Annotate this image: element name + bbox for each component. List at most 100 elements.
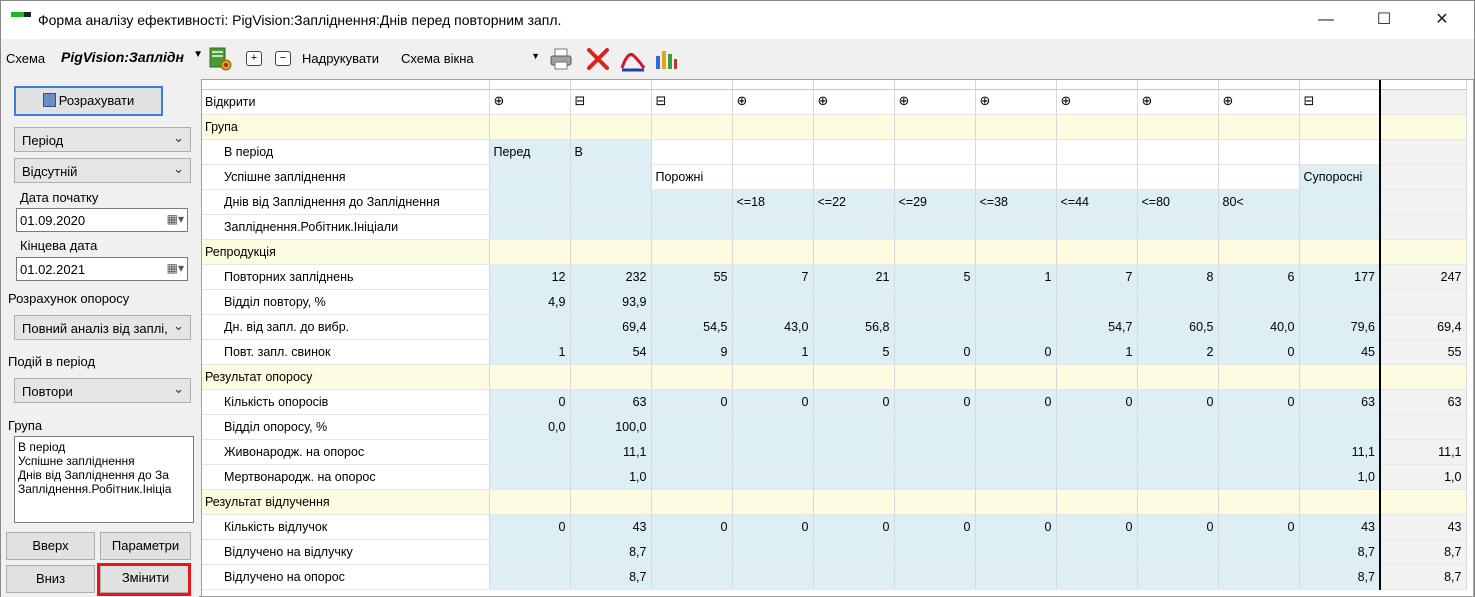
metric-value-cell[interactable]: 0 <box>894 514 976 540</box>
header-cell[interactable]: <=22 <box>813 189 895 215</box>
metric-value-cell[interactable]: 55 <box>651 264 733 290</box>
metric-value-cell[interactable] <box>1137 414 1219 440</box>
metric-value-cell[interactable]: 1,0 <box>570 464 652 490</box>
parameters-button[interactable]: Параметри <box>100 532 191 560</box>
minimize-button[interactable]: — <box>1297 1 1355 39</box>
metric-value-cell[interactable]: 1,0 <box>1299 464 1381 490</box>
group-list-item[interactable]: Запліднення.Робітник.Ініціа <box>18 482 190 496</box>
start-date-field[interactable]: 01.09.2020 ▦▾ <box>16 208 188 232</box>
expand-toggle-icon[interactable]: ⊕ <box>980 94 991 109</box>
metric-value-cell[interactable] <box>975 464 1057 490</box>
header-cell[interactable] <box>894 164 976 190</box>
metric-value-cell[interactable]: 69,4 <box>570 314 652 340</box>
metric-value-cell[interactable]: 45 <box>1299 339 1381 365</box>
metric-value-cell[interactable] <box>894 289 976 315</box>
header-cell[interactable] <box>1056 164 1138 190</box>
metric-value-cell[interactable] <box>1056 464 1138 490</box>
metric-value-cell[interactable] <box>975 539 1057 565</box>
move-down-button[interactable]: Вниз <box>6 565 95 593</box>
report-settings-icon[interactable] <box>207 46 233 72</box>
metric-value-cell[interactable] <box>489 439 571 465</box>
metric-value-cell[interactable] <box>1218 464 1300 490</box>
metric-value-cell[interactable] <box>732 539 814 565</box>
collapse-all-button[interactable]: − <box>275 51 291 66</box>
header-cell[interactable] <box>570 164 652 190</box>
metric-value-cell[interactable]: 0,0 <box>489 414 571 440</box>
metric-value-cell[interactable] <box>813 289 895 315</box>
metric-value-cell[interactable]: 0 <box>651 514 733 540</box>
metric-value-cell[interactable] <box>1137 564 1219 590</box>
header-cell[interactable] <box>651 139 733 165</box>
metric-value-cell[interactable]: 0 <box>1056 514 1138 540</box>
metric-value-cell[interactable] <box>1056 539 1138 565</box>
metric-value-cell[interactable] <box>489 314 571 340</box>
metric-value-cell[interactable]: 0 <box>651 389 733 415</box>
metric-value-cell[interactable]: 0 <box>732 389 814 415</box>
metric-value-cell[interactable]: 0 <box>975 339 1057 365</box>
metric-value-cell[interactable]: 7 <box>1056 264 1138 290</box>
move-up-button[interactable]: Вверх <box>6 532 95 560</box>
expand-all-button[interactable]: + <box>246 51 262 66</box>
metric-value-cell[interactable]: 0 <box>975 389 1057 415</box>
expand-toggle-icon[interactable]: ⊕ <box>899 94 910 109</box>
header-cell[interactable] <box>975 139 1057 165</box>
metric-value-cell[interactable]: 0 <box>732 514 814 540</box>
metric-value-cell[interactable]: 2 <box>1137 339 1219 365</box>
metric-value-cell[interactable] <box>813 464 895 490</box>
metric-value-cell[interactable]: 8,7 <box>570 564 652 590</box>
expand-toggle-icon[interactable]: ⊕ <box>494 94 505 109</box>
group-list-item[interactable]: Днів від Запліднення до За <box>18 468 190 482</box>
metric-value-cell[interactable] <box>489 564 571 590</box>
expand-toggle-icon[interactable]: ⊟ <box>1304 94 1315 109</box>
metric-value-cell[interactable] <box>975 314 1057 340</box>
scheme-dropdown[interactable]: PigVision:Заплідн ▼ <box>61 49 203 69</box>
group-list[interactable]: В період Успішне запліднення Днів від За… <box>14 436 194 523</box>
bar-chart-icon[interactable] <box>653 46 679 72</box>
metric-value-cell[interactable] <box>651 564 733 590</box>
metric-value-cell[interactable] <box>975 439 1057 465</box>
expand-toggle-icon[interactable]: ⊟ <box>575 94 586 109</box>
metric-value-cell[interactable] <box>1056 564 1138 590</box>
end-date-field[interactable]: 01.02.2021 ▦▾ <box>16 257 188 281</box>
group-list-item[interactable]: Успішне запліднення <box>18 454 190 468</box>
metric-value-cell[interactable] <box>975 564 1057 590</box>
absent-dropdown[interactable]: Відсутній ⌄ <box>14 158 191 183</box>
metric-value-cell[interactable] <box>975 289 1057 315</box>
header-cell[interactable] <box>732 164 814 190</box>
header-cell[interactable] <box>1056 139 1138 165</box>
metric-value-cell[interactable] <box>732 289 814 315</box>
metric-value-cell[interactable]: 0 <box>1137 389 1219 415</box>
expand-toggle-icon[interactable]: ⊕ <box>818 94 829 109</box>
header-cell[interactable] <box>894 139 976 165</box>
metric-value-cell[interactable] <box>489 464 571 490</box>
metric-value-cell[interactable]: 43,0 <box>732 314 814 340</box>
header-cell[interactable]: <=18 <box>732 189 814 215</box>
header-cell[interactable]: <=38 <box>975 189 1057 215</box>
metric-value-cell[interactable] <box>894 464 976 490</box>
header-cell[interactable]: <=44 <box>1056 189 1138 215</box>
header-cell[interactable] <box>813 164 895 190</box>
farrowing-calc-dropdown[interactable]: Повний аналіз від заплі, ⌄ <box>14 315 191 340</box>
metric-value-cell[interactable] <box>651 289 733 315</box>
metric-value-cell[interactable]: 0 <box>489 514 571 540</box>
metric-value-cell[interactable]: 43 <box>1299 514 1381 540</box>
metric-value-cell[interactable] <box>1056 414 1138 440</box>
metric-value-cell[interactable]: 0 <box>1137 514 1219 540</box>
metric-value-cell[interactable] <box>1299 414 1381 440</box>
metric-value-cell[interactable]: 40,0 <box>1218 314 1300 340</box>
metric-value-cell[interactable]: 8 <box>1137 264 1219 290</box>
metric-value-cell[interactable]: 232 <box>570 264 652 290</box>
metric-value-cell[interactable] <box>651 464 733 490</box>
metric-value-cell[interactable] <box>489 539 571 565</box>
metric-value-cell[interactable] <box>732 414 814 440</box>
open-label[interactable]: Відкрити <box>202 89 490 115</box>
metric-value-cell[interactable]: 7 <box>732 264 814 290</box>
metric-value-cell[interactable] <box>732 464 814 490</box>
metric-value-cell[interactable] <box>1218 539 1300 565</box>
header-cell[interactable] <box>975 164 1057 190</box>
header-cell[interactable]: Порожні <box>651 164 733 190</box>
metric-value-cell[interactable] <box>894 414 976 440</box>
metric-value-cell[interactable] <box>732 439 814 465</box>
calculate-button[interactable]: Розрахувати <box>14 86 163 116</box>
metric-value-cell[interactable]: 8,7 <box>1299 539 1381 565</box>
